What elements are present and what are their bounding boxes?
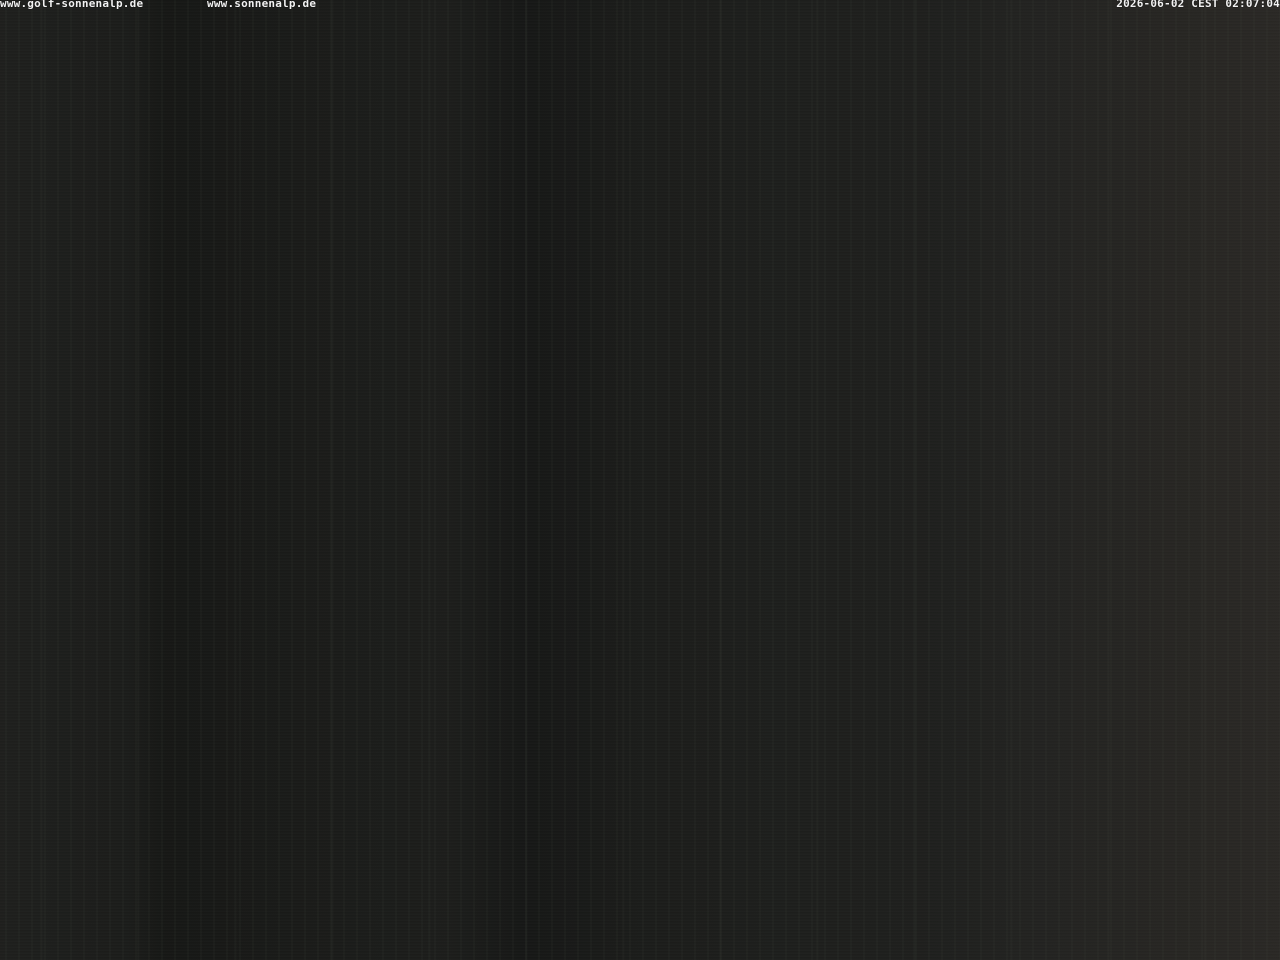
webcam-image: www.golf-sonnenalp.de www.sonnenalp.de 2…	[0, 0, 1280, 960]
webcam-overlay: www.golf-sonnenalp.de www.sonnenalp.de 2…	[0, 0, 1280, 12]
primary-url-label: www.golf-sonnenalp.de	[0, 0, 144, 10]
secondary-url-label: www.sonnenalp.de	[207, 0, 317, 10]
timestamp-label: 2026-06-02 CEST 02:07:04	[1116, 0, 1280, 10]
